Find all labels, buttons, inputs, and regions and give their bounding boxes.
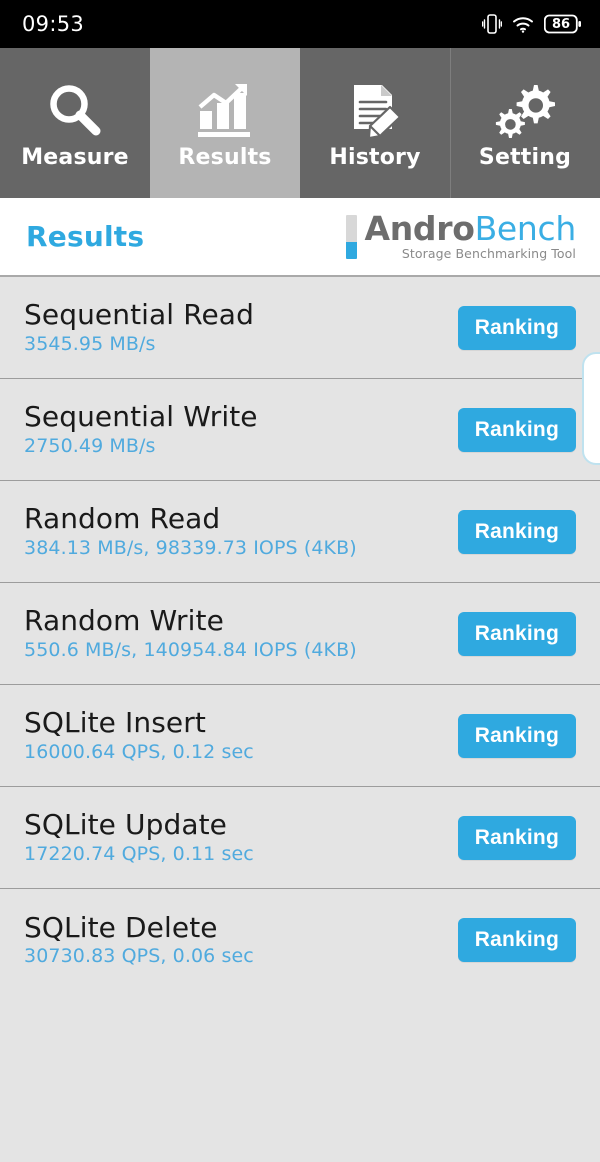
battery-level-label: 86	[551, 16, 571, 32]
benchmark-value: 3545.95 MB/s	[24, 332, 156, 355]
status-clock: 09:53	[22, 12, 85, 36]
androbench-logo: AndroBench Storage Benchmarking Tool	[346, 208, 577, 262]
table-row[interactable]: Random Write 550.6 MB/s, 140954.84 IOPS …	[0, 583, 600, 685]
table-row[interactable]: Sequential Write 2750.49 MB/s Ranking	[0, 379, 600, 481]
benchmark-name: Random Read	[24, 502, 221, 536]
page-header: Results AndroBench Storage Benchmarking …	[0, 198, 600, 277]
main-tab-bar: Measure Results History Setting	[0, 48, 600, 198]
logo-bench: Bench	[474, 208, 577, 248]
magnifier-icon	[44, 77, 106, 143]
table-row[interactable]: Sequential Read 3545.95 MB/s Ranking	[0, 277, 600, 379]
table-row[interactable]: SQLite Delete 30730.83 QPS, 0.06 sec Ran…	[0, 889, 600, 991]
gears-icon	[492, 77, 558, 143]
ranking-button[interactable]: Ranking	[457, 305, 576, 350]
tab-results[interactable]: Results	[150, 48, 300, 198]
row-text-block: SQLite Delete 30730.83 QPS, 0.06 sec	[24, 910, 254, 968]
benchmark-name: Sequential Write	[24, 400, 258, 434]
logo-andro: Andro	[364, 208, 475, 248]
ranking-button[interactable]: Ranking	[457, 611, 576, 656]
benchmark-value: 384.13 MB/s, 98339.73 IOPS (4KB)	[24, 536, 357, 559]
tab-results-label: Results	[178, 145, 272, 170]
page-title: Results	[26, 220, 145, 253]
logo-wordmark: AndroBench	[364, 208, 577, 248]
ranking-button[interactable]: Ranking	[457, 509, 576, 554]
tab-measure-label: Measure	[21, 145, 129, 170]
tab-history-label: History	[329, 145, 421, 170]
logo-tagline: Storage Benchmarking Tool	[401, 246, 576, 262]
row-text-block: Sequential Read 3545.95 MB/s	[24, 300, 254, 354]
document-pencil-icon	[344, 77, 406, 143]
benchmark-value: 17220.74 QPS, 0.11 sec	[24, 842, 254, 865]
benchmark-value: 2750.49 MB/s	[24, 434, 156, 457]
ranking-button[interactable]: Ranking	[457, 713, 576, 758]
benchmark-value: 30730.83 QPS, 0.06 sec	[24, 945, 254, 968]
logo-bar-icon	[346, 214, 358, 259]
tab-setting[interactable]: Setting	[450, 48, 600, 198]
logo-text: AndroBench Storage Benchmarking Tool	[364, 208, 577, 262]
benchmark-value: 16000.64 QPS, 0.12 sec	[24, 740, 254, 763]
benchmark-name: Random Write	[24, 604, 224, 638]
table-row[interactable]: SQLite Insert 16000.64 QPS, 0.12 sec Ran…	[0, 685, 600, 787]
results-list: Sequential Read 3545.95 MB/s Ranking Seq…	[0, 277, 600, 991]
benchmark-name: SQLite Insert	[24, 706, 206, 740]
table-row[interactable]: Random Read 384.13 MB/s, 98339.73 IOPS (…	[0, 481, 600, 583]
app-root: 09:53 86 Measure Results History Setting…	[0, 0, 600, 1162]
row-text-block: Random Read 384.13 MB/s, 98339.73 IOPS (…	[24, 504, 357, 558]
table-row[interactable]: SQLite Update 17220.74 QPS, 0.11 sec Ran…	[0, 787, 600, 889]
status-bar: 09:53 86	[0, 0, 600, 48]
battery-icon: 86	[544, 14, 582, 34]
bar-chart-icon	[194, 77, 256, 143]
row-text-block: SQLite Insert 16000.64 QPS, 0.12 sec	[24, 708, 254, 762]
benchmark-value: 550.6 MB/s, 140954.84 IOPS (4KB)	[24, 638, 357, 661]
tab-measure[interactable]: Measure	[0, 48, 150, 198]
row-text-block: SQLite Update 17220.74 QPS, 0.11 sec	[24, 810, 254, 864]
benchmark-name: SQLite Update	[24, 808, 228, 842]
ranking-button[interactable]: Ranking	[457, 815, 576, 860]
status-icon-group: 86	[482, 12, 582, 36]
row-text-block: Sequential Write 2750.49 MB/s	[24, 402, 258, 456]
tab-setting-label: Setting	[478, 145, 572, 170]
row-text-block: Random Write 550.6 MB/s, 140954.84 IOPS …	[24, 606, 357, 660]
ranking-button[interactable]: Ranking	[457, 918, 576, 962]
wifi-icon	[511, 14, 535, 34]
tab-history[interactable]: History	[300, 48, 450, 198]
ranking-button[interactable]: Ranking	[457, 407, 576, 452]
vibrate-icon	[482, 12, 502, 36]
benchmark-name: Sequential Read	[24, 298, 254, 332]
benchmark-name: SQLite Delete	[24, 910, 218, 944]
